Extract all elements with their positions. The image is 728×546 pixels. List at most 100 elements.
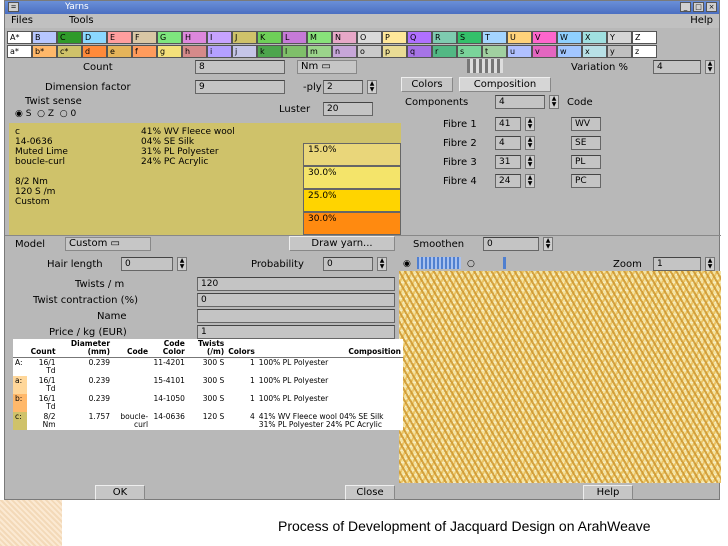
palette-cell-row1-21[interactable]: V (532, 31, 557, 44)
fibre-stepper[interactable]: ▲ ▼ (525, 136, 535, 150)
palette-cell-row2-12[interactable]: m (307, 45, 332, 58)
ply-stepper[interactable]: ▲ ▼ (367, 80, 377, 94)
smoothen-stepper[interactable]: ▲ ▼ (543, 237, 553, 251)
dimension-factor-field[interactable]: 9 (195, 80, 285, 94)
fibre-stepper[interactable]: ▲ ▼ (525, 155, 535, 169)
palette-cell-row1-7[interactable]: H (182, 31, 207, 44)
palette-cell-row1-15[interactable]: P (382, 31, 407, 44)
color-swatch[interactable]: 30.0% (303, 212, 401, 235)
palette-cell-row2-21[interactable]: v (532, 45, 557, 58)
probability-stepper[interactable]: ▲ ▼ (377, 257, 387, 271)
palette-cell-row1-17[interactable]: R (432, 31, 457, 44)
palette-cell-row2-18[interactable]: s (457, 45, 482, 58)
table-row[interactable]: c: 8/2 Nm 1.757 boucle-curl 14-0636 120 S 4 41%… (13, 412, 403, 430)
palette-cell-row2-20[interactable]: u (507, 45, 532, 58)
palette-cell-row2-13[interactable]: n (332, 45, 357, 58)
fibre-value-field[interactable]: 4 (495, 136, 521, 150)
palette-cell-row2-19[interactable]: t (482, 45, 507, 58)
color-swatch[interactable]: 30.0% (303, 166, 401, 189)
probability-field[interactable]: 0 (323, 257, 373, 271)
color-swatch[interactable]: 25.0% (303, 189, 401, 212)
variation-field[interactable]: 4 (653, 60, 701, 74)
components-stepper[interactable]: ▲ ▼ (549, 95, 559, 109)
palette-cell-row1-23[interactable]: X (582, 31, 607, 44)
palette-cell-row1-11[interactable]: L (282, 31, 307, 44)
twist-s-radio[interactable]: ◉ S (15, 109, 31, 119)
window-menu-icon[interactable]: = (8, 2, 19, 12)
fibre-value-field[interactable]: 24 (495, 174, 521, 188)
twists-field[interactable]: 120 (197, 277, 395, 291)
palette-cell-row1-20[interactable]: U (507, 31, 532, 44)
twist-contraction-field[interactable]: 0 (197, 293, 395, 307)
palette-cell-row1-18[interactable]: S (457, 31, 482, 44)
palette-cell-row2-15[interactable]: p (382, 45, 407, 58)
palette-cell-row1-13[interactable]: N (332, 31, 357, 44)
smoothen-field[interactable]: 0 (483, 237, 539, 251)
palette-cell-row2-10[interactable]: k (257, 45, 282, 58)
count-field[interactable]: 8 (195, 60, 285, 74)
palette-cell-row1-3[interactable]: D (82, 31, 107, 44)
palette-cell-row2-11[interactable]: l (282, 45, 307, 58)
luster-field[interactable]: 20 (323, 102, 373, 116)
fibre-code-field[interactable]: WV (571, 117, 601, 131)
help-button[interactable]: Help (583, 485, 633, 500)
table-row[interactable]: A: 16/1 Td 0.239 11-4201 300 S 1 100% PL Polye… (13, 357, 403, 376)
palette-cell-row1-9[interactable]: J (232, 31, 257, 44)
fibre-value-field[interactable]: 31 (495, 155, 521, 169)
fibre-stepper[interactable]: ▲ ▼ (525, 174, 535, 188)
palette-cell-row2-17[interactable]: r (432, 45, 457, 58)
palette-cell-row2-0[interactable]: a* (7, 45, 32, 58)
palette-cell-row2-6[interactable]: g (157, 45, 182, 58)
menu-help[interactable]: Help (690, 15, 713, 26)
close-button[interactable]: Close (345, 485, 395, 500)
fibre-code-field[interactable]: PC (571, 174, 601, 188)
menu-files[interactable]: Files (11, 15, 33, 26)
palette-cell-row1-4[interactable]: E (107, 31, 132, 44)
palette-cell-row1-12[interactable]: M (307, 31, 332, 44)
palette-cell-row2-7[interactable]: h (182, 45, 207, 58)
close-icon[interactable]: × (706, 2, 717, 12)
minimize-icon[interactable]: _ (680, 2, 691, 12)
palette-cell-row1-14[interactable]: O (357, 31, 382, 44)
price-field[interactable]: 1 (197, 325, 395, 339)
zoom-stepper[interactable]: ▲ ▼ (705, 257, 715, 271)
tab-colors[interactable]: Colors (401, 77, 453, 92)
count-unit-select[interactable]: Nm ▭ (297, 60, 357, 74)
draw-yarn-button[interactable]: Draw yarn... (289, 236, 395, 251)
palette-cell-row2-23[interactable]: x (582, 45, 607, 58)
palette-cell-row1-10[interactable]: K (257, 31, 282, 44)
palette-cell-row1-22[interactable]: W (557, 31, 582, 44)
menu-tools[interactable]: Tools (69, 15, 94, 26)
view-mode-radio-1[interactable]: ◉ (403, 259, 411, 269)
palette-cell-row2-25[interactable]: z (632, 45, 657, 58)
fibre-stepper[interactable]: ▲ ▼ (525, 117, 535, 131)
fibre-code-field[interactable]: SE (571, 136, 601, 150)
palette-cell-row1-16[interactable]: Q (407, 31, 432, 44)
palette-cell-row2-22[interactable]: w (557, 45, 582, 58)
palette-cell-row2-5[interactable]: f (132, 45, 157, 58)
twist-z-radio[interactable]: ○ Z (37, 109, 54, 119)
palette-cell-row1-8[interactable]: I (207, 31, 232, 44)
fibre-code-field[interactable]: PL (571, 155, 601, 169)
components-field[interactable]: 4 (495, 95, 545, 109)
hair-length-field[interactable]: 0 (121, 257, 173, 271)
palette-cell-row1-5[interactable]: F (132, 31, 157, 44)
palette-cell-row1-19[interactable]: T (482, 31, 507, 44)
palette-cell-row1-2[interactable]: C (57, 31, 82, 44)
hair-length-stepper[interactable]: ▲ ▼ (177, 257, 187, 271)
maximize-icon[interactable]: □ (693, 2, 704, 12)
fibre-value-field[interactable]: 41 (495, 117, 521, 131)
palette-cell-row2-8[interactable]: i (207, 45, 232, 58)
palette-cell-row2-9[interactable]: j (232, 45, 257, 58)
palette-cell-row2-2[interactable]: c* (57, 45, 82, 58)
model-select[interactable]: Custom ▭ (65, 237, 151, 251)
table-row[interactable]: a: 16/1 Td 0.239 15-4101 300 S 1 100% PL Polye… (13, 376, 403, 394)
palette-cell-row2-14[interactable]: o (357, 45, 382, 58)
twist-0-radio[interactable]: ○ 0 (60, 109, 76, 119)
palette-cell-row1-24[interactable]: Y (607, 31, 632, 44)
ply-field[interactable]: 2 (323, 80, 363, 94)
palette-cell-row2-24[interactable]: y (607, 45, 632, 58)
variation-stepper[interactable]: ▲ ▼ (705, 60, 715, 74)
palette-cell-row1-25[interactable]: Z (632, 31, 657, 44)
palette-cell-row2-1[interactable]: b* (32, 45, 57, 58)
